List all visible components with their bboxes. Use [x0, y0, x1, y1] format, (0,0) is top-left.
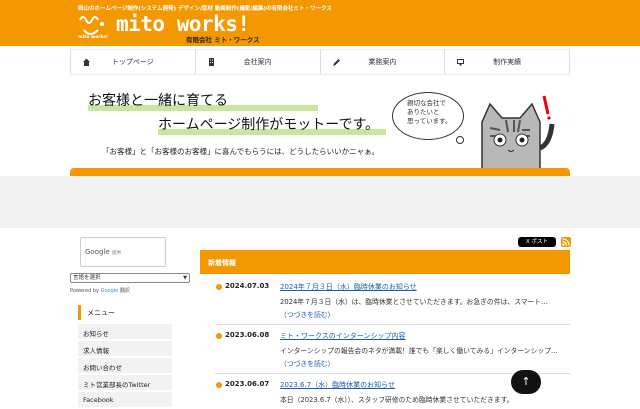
sidebar-item-twitter[interactable]: ミト営業部長のTwitter — [78, 375, 172, 391]
powered-brand[interactable]: Google — [101, 288, 119, 294]
news-excerpt: 2024年７月３日（水）は、臨時休業とさせていただきます。お急ぎの件は、スマート… — [280, 298, 548, 306]
cat-mascot-icon — [481, 95, 555, 174]
news-date: 2024.07.03 — [225, 282, 270, 290]
gray-band — [0, 176, 640, 228]
google-provided: 提供 — [112, 251, 121, 256]
bubble-line: ありたいと — [407, 108, 440, 116]
logo-subtext: mito works! — [78, 35, 109, 40]
rss-icon[interactable] — [561, 237, 571, 247]
sidebar-item-news[interactable]: お知らせ — [78, 324, 172, 340]
google-search-box[interactable]: Google 提供 — [80, 237, 166, 267]
back-to-top-button[interactable]: ↑ — [511, 370, 541, 394]
hero-catch-line-2: ホームページ制作がモットーです。 — [158, 117, 380, 133]
nav-item-top[interactable]: トップページ — [71, 49, 196, 75]
read-more-link[interactable]: （つづきを読む） — [280, 358, 334, 368]
monitor-icon — [457, 58, 465, 66]
divider — [215, 324, 570, 325]
news-title-link[interactable]: 2023.6.7（水）臨時休業のお知らせ — [280, 380, 395, 390]
nav-item-company[interactable]: 会社案内 — [195, 49, 321, 75]
bubble-line: 親切な会社で — [407, 99, 446, 107]
building-icon — [208, 58, 215, 66]
home-icon — [83, 58, 90, 66]
powered-suffix[interactable]: 翻訳 — [120, 288, 130, 294]
sidebar-item-contact[interactable]: お問い合わせ — [78, 358, 172, 374]
site-header: 岡山のホームページ制作(システム開発) デザイン/取材 動画制作(撮影/編集)の… — [0, 0, 640, 46]
nav-item-label: 制作実績 — [493, 58, 522, 66]
x-post-button[interactable]: X ポスト — [518, 237, 556, 247]
nav-item-label: 業務案内 — [368, 58, 397, 66]
nav-item-services[interactable]: 業務案内 — [320, 49, 446, 75]
sidebar-menu: お知らせ 求人情報 お問い合わせ ミト営業部長のTwitter Facebook — [78, 324, 172, 409]
sidebar-menu-title: メニュー — [78, 305, 172, 320]
site-logo[interactable]: mito works! — [116, 12, 250, 36]
hero-catch-line-1: お客様と一緒に育てる — [88, 93, 228, 109]
hero-banner: お客様と一緒に育てる ホームページ制作がモットーです。 「お客様」と「お客様のお… — [70, 78, 570, 176]
news-excerpt: 本日（2023.6.7（水））、スタッフ研修のため臨時休業させていただきます。 — [280, 396, 514, 404]
language-select[interactable]: 言語を選択 ▼ — [70, 273, 190, 283]
bullet-icon — [216, 382, 222, 388]
hero-subtext: 「お客様」と「お客様のお客様」に喜んでもらうには、どうしたらいいかニャぁ。 — [102, 147, 379, 156]
news-excerpt: インターンシップの報告会のネタが満載！誰でも「楽しく働いてみる」インターンシップ… — [280, 347, 558, 355]
speech-bubble: 親切な会社で ありたいと 思っています。 — [392, 92, 464, 140]
pencil-icon — [332, 58, 340, 66]
language-select-value: 言語を選択 — [73, 275, 101, 281]
site-tagline: 岡山のホームページ制作(システム開発) デザイン/取材 動画制作(撮影/編集)の… — [78, 6, 332, 12]
news-heading-label: 新着情報 — [208, 259, 236, 267]
chevron-down-icon: ▼ — [183, 275, 187, 281]
nav-item-label: トップページ — [111, 58, 154, 66]
news-date: 2023.06.08 — [225, 331, 270, 339]
news-title-link[interactable]: ミト・ワークスのインターンシップ内容 — [280, 331, 405, 341]
powered-prefix: Powered by — [70, 288, 99, 294]
google-brand: Google — [85, 248, 110, 256]
banner-accent — [70, 168, 570, 176]
nav-item-works[interactable]: 制作実績 — [445, 49, 570, 75]
bubble-line: 思っています。 — [407, 117, 452, 125]
nav-item-label: 会社案内 — [243, 58, 272, 66]
bullet-icon — [216, 333, 222, 339]
news-heading: 新着情報 — [200, 250, 570, 274]
speech-bubble-tail — [456, 136, 464, 144]
read-more-link[interactable]: （つづきを読む） — [280, 309, 334, 319]
news-date: 2023.06.07 — [225, 380, 270, 388]
sidebar-item-jobs[interactable]: 求人情報 — [78, 341, 172, 357]
powered-by-google: Powered by Google 翻訳 — [70, 287, 130, 294]
global-nav: トップページ 会社案内 業務案内 制作実績 — [70, 49, 570, 75]
sidebar-item-facebook[interactable]: Facebook — [78, 392, 172, 408]
company-name: 有限会社 ミト・ワークス — [186, 36, 260, 44]
news-title-link[interactable]: 2024年７月３日（水）臨時休業のお知らせ — [280, 282, 417, 292]
bullet-icon — [216, 284, 222, 290]
